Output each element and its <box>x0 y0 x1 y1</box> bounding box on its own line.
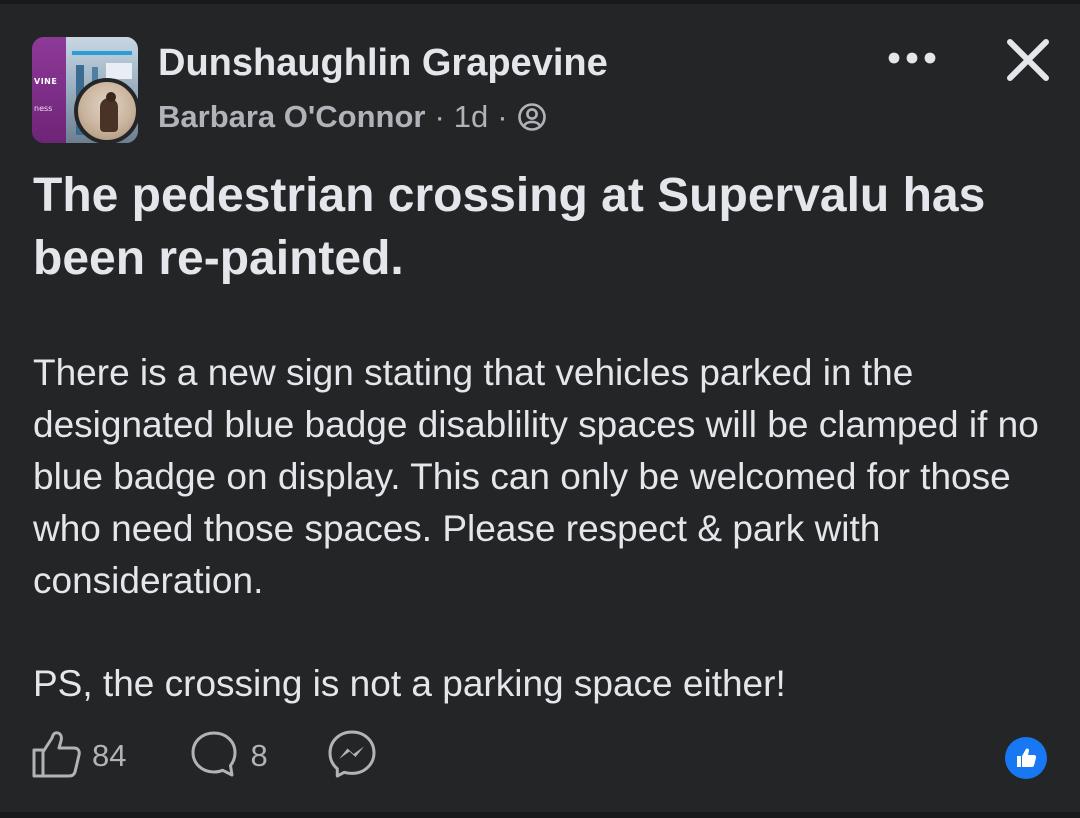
messenger-icon <box>326 728 378 785</box>
like-count: 84 <box>92 738 127 773</box>
bottom-edge <box>0 812 1080 818</box>
group-avatar-detail <box>72 51 132 55</box>
group-avatar-banner <box>32 37 66 143</box>
close-button[interactable] <box>996 32 1060 92</box>
close-icon <box>1005 37 1051 88</box>
messenger-share-button[interactable] <box>326 728 378 785</box>
post-actions: 84 8 <box>30 730 378 782</box>
like-reaction-icon[interactable] <box>1005 737 1047 779</box>
group-avatar-logo-text: VINE <box>34 77 58 86</box>
author-name[interactable]: Barbara O'Connor <box>158 99 425 135</box>
post-time[interactable]: 1d <box>454 99 488 135</box>
post-postscript: PS, the crossing is not a parking space … <box>33 663 786 704</box>
more-options-button[interactable] <box>880 40 944 80</box>
comment-count: 8 <box>250 738 268 773</box>
author-avatar[interactable] <box>74 78 140 144</box>
group-name[interactable]: Dunshaughlin Grapevine <box>158 42 608 85</box>
thumbs-up-outline-icon <box>30 728 82 785</box>
author-avatar-head <box>106 92 116 102</box>
group-avatar-detail <box>106 63 132 79</box>
profile-circle-icon[interactable] <box>517 102 547 132</box>
like-button[interactable]: 84 <box>30 728 126 785</box>
more-horizontal-icon <box>887 51 937 70</box>
post-title: The pedestrian crossing at Supervalu has… <box>33 169 986 285</box>
comment-bubble-icon <box>188 728 240 785</box>
comment-button[interactable]: 8 <box>188 728 268 785</box>
group-avatar-logo-text-2: ness <box>34 104 53 113</box>
meta-separator: · <box>497 99 508 134</box>
post-body: There is a new sign stating that vehicle… <box>33 352 1039 601</box>
post-meta: Barbara O'Connor · 1d · <box>158 99 547 135</box>
meta-separator: · <box>434 99 445 134</box>
post-card: VINE ness Dunshaughlin Grapevine Barbara… <box>0 4 1080 812</box>
author-avatar-figure <box>100 98 118 132</box>
